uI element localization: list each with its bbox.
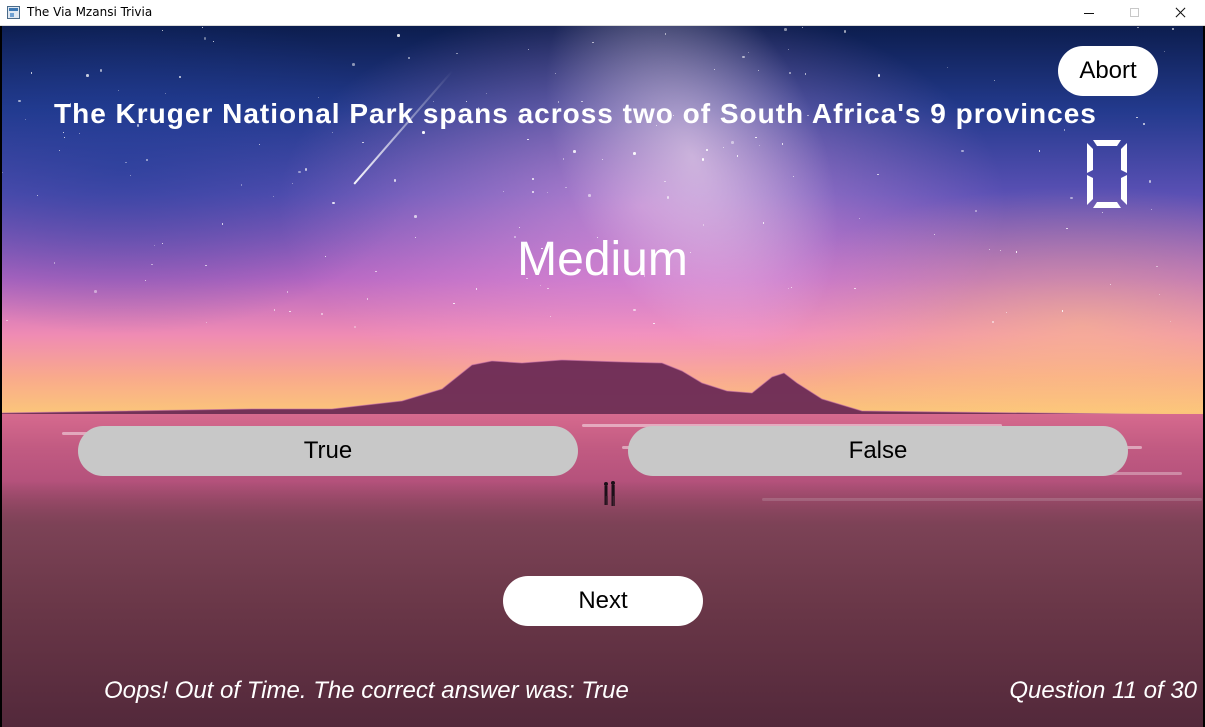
star bbox=[273, 309, 275, 311]
timer-value: 0 bbox=[1107, 183, 1108, 185]
star bbox=[422, 131, 425, 134]
star bbox=[854, 287, 856, 289]
close-button[interactable] bbox=[1158, 0, 1204, 26]
question-text: The Kruger National Park spans across tw… bbox=[54, 98, 1097, 129]
star bbox=[289, 310, 291, 312]
maximize-button[interactable] bbox=[1112, 0, 1158, 26]
star bbox=[562, 158, 565, 160]
star bbox=[332, 201, 335, 205]
star bbox=[588, 194, 591, 197]
star bbox=[408, 57, 410, 59]
star bbox=[146, 159, 148, 161]
star bbox=[706, 149, 708, 151]
star bbox=[1137, 26, 1139, 28]
star bbox=[592, 41, 594, 43]
star bbox=[179, 76, 181, 78]
star bbox=[362, 141, 364, 144]
star bbox=[731, 141, 734, 144]
star bbox=[117, 89, 119, 91]
star bbox=[975, 210, 977, 212]
star bbox=[1148, 180, 1152, 183]
star bbox=[633, 152, 636, 155]
star bbox=[203, 37, 207, 40]
abort-button[interactable]: Abort bbox=[1058, 46, 1158, 96]
star bbox=[6, 319, 8, 321]
star bbox=[1038, 150, 1040, 152]
true-button[interactable]: True bbox=[78, 426, 578, 476]
star bbox=[722, 146, 724, 148]
question-progress: Question 11 of 30 bbox=[1009, 677, 1197, 704]
star bbox=[94, 290, 97, 293]
star bbox=[99, 69, 103, 72]
app-icon bbox=[7, 6, 20, 19]
window-title: The Via Mzansi Trivia bbox=[27, 5, 153, 19]
difficulty-label: Medium bbox=[517, 233, 688, 286]
star bbox=[961, 149, 964, 153]
feedback-message: Oops! Out of Time. The correct answer wa… bbox=[104, 677, 629, 704]
star bbox=[453, 302, 455, 305]
minimize-button[interactable] bbox=[1066, 0, 1112, 26]
star bbox=[393, 179, 397, 182]
star bbox=[1070, 196, 1073, 200]
star bbox=[781, 143, 783, 145]
star bbox=[664, 33, 666, 35]
star bbox=[547, 287, 549, 289]
star bbox=[414, 215, 417, 218]
window-title-bar: The Via Mzansi Trivia bbox=[0, 0, 1205, 26]
star bbox=[78, 132, 80, 134]
star bbox=[877, 74, 881, 77]
star bbox=[1143, 123, 1145, 125]
timer-display: 0 bbox=[1087, 140, 1127, 208]
star bbox=[877, 173, 879, 175]
star bbox=[86, 74, 89, 77]
people-silhouette bbox=[604, 481, 615, 506]
star bbox=[992, 321, 994, 323]
false-button[interactable]: False bbox=[628, 426, 1128, 476]
star bbox=[1061, 310, 1064, 312]
star bbox=[784, 28, 787, 31]
star bbox=[573, 150, 576, 153]
star bbox=[205, 321, 207, 323]
star bbox=[18, 99, 21, 103]
star bbox=[397, 34, 400, 37]
star bbox=[352, 63, 355, 66]
star bbox=[565, 186, 567, 188]
star bbox=[789, 72, 791, 74]
star bbox=[664, 180, 666, 182]
next-button[interactable]: Next bbox=[503, 576, 703, 626]
